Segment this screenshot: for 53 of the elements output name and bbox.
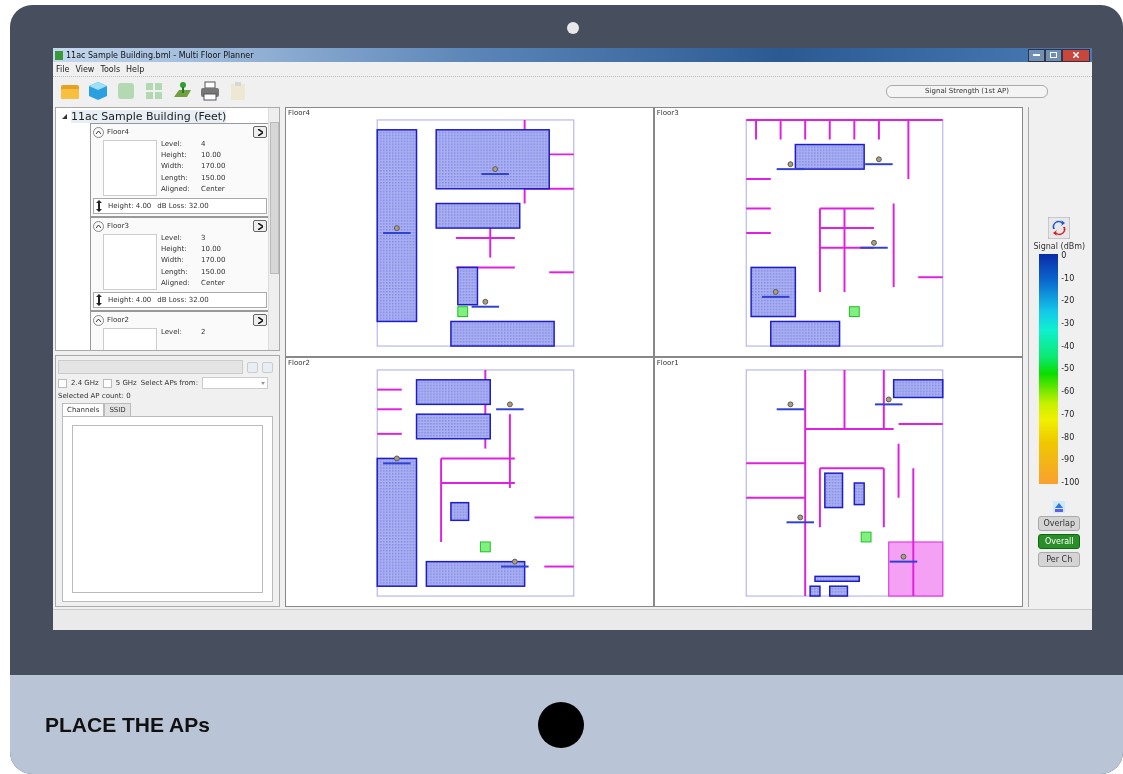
sync-icon[interactable] bbox=[1048, 217, 1071, 239]
scale-label: -70 bbox=[1061, 409, 1076, 419]
scale-label: -20 bbox=[1061, 296, 1076, 306]
mode-button[interactable]: Overlap bbox=[1038, 516, 1081, 531]
floor-thumbnail bbox=[103, 234, 157, 290]
minimize-icon bbox=[1033, 54, 1040, 56]
chevron-right-icon bbox=[257, 316, 263, 324]
caption: PLACE THE APs bbox=[45, 712, 211, 737]
close-button[interactable] bbox=[1062, 48, 1090, 62]
triangle-icon bbox=[62, 114, 67, 119]
scale-label: -10 bbox=[1061, 273, 1076, 283]
restore-button[interactable] bbox=[1045, 48, 1062, 62]
height-arrow-icon bbox=[96, 294, 102, 306]
scale-label: -30 bbox=[1061, 319, 1076, 329]
scale-label: -40 bbox=[1061, 341, 1076, 351]
scale-label: -50 bbox=[1061, 364, 1076, 374]
restore-icon bbox=[1050, 52, 1057, 58]
check-button[interactable] bbox=[247, 361, 258, 373]
scale-label: -60 bbox=[1061, 387, 1076, 397]
menu-item[interactable]: Tools bbox=[100, 64, 121, 74]
menu-item[interactable]: View bbox=[75, 64, 95, 74]
open-floor-button[interactable] bbox=[253, 314, 267, 326]
checkbox[interactable] bbox=[58, 378, 67, 388]
scrollbar[interactable] bbox=[268, 108, 279, 350]
scale-label: -100 bbox=[1061, 477, 1080, 487]
floor-thumbnail bbox=[103, 140, 157, 196]
menu-item[interactable]: Help bbox=[126, 64, 145, 74]
open-floor-button[interactable] bbox=[253, 220, 267, 232]
scale-label: -80 bbox=[1061, 432, 1076, 442]
chevron-up-icon bbox=[96, 224, 101, 228]
expand-toggle[interactable] bbox=[62, 113, 67, 120]
dropdown-caret-icon bbox=[261, 381, 265, 385]
camera-dot bbox=[567, 22, 579, 34]
legend-title: Signal (dBm) bbox=[1033, 242, 1086, 251]
menu-item[interactable]: File bbox=[56, 64, 70, 74]
mode-button[interactable]: Per Ch bbox=[1038, 552, 1081, 567]
cube-icon[interactable] bbox=[87, 80, 109, 102]
mode-button[interactable]: Overall bbox=[1038, 534, 1081, 549]
chevron-up-icon bbox=[96, 130, 101, 134]
minimize-button[interactable] bbox=[1028, 48, 1045, 62]
tree-root-label[interactable]: 11ac Sample Building (Feet) bbox=[71, 110, 227, 123]
chevron-up-icon bbox=[96, 318, 101, 322]
chevron-right-icon bbox=[257, 222, 263, 230]
checkbox[interactable] bbox=[102, 378, 112, 388]
app-icon bbox=[55, 50, 63, 60]
scale-label: 0 bbox=[1061, 251, 1068, 260]
open-floor-button[interactable] bbox=[253, 126, 267, 138]
height-arrow-icon bbox=[96, 200, 102, 212]
scale-label: -90 bbox=[1061, 455, 1076, 465]
chevron-right-icon bbox=[257, 128, 263, 136]
printer-icon[interactable] bbox=[199, 80, 221, 102]
window-title: 11ac Sample Building.bml - Multi Floor Planner bbox=[66, 50, 254, 60]
close-icon bbox=[1073, 52, 1079, 58]
